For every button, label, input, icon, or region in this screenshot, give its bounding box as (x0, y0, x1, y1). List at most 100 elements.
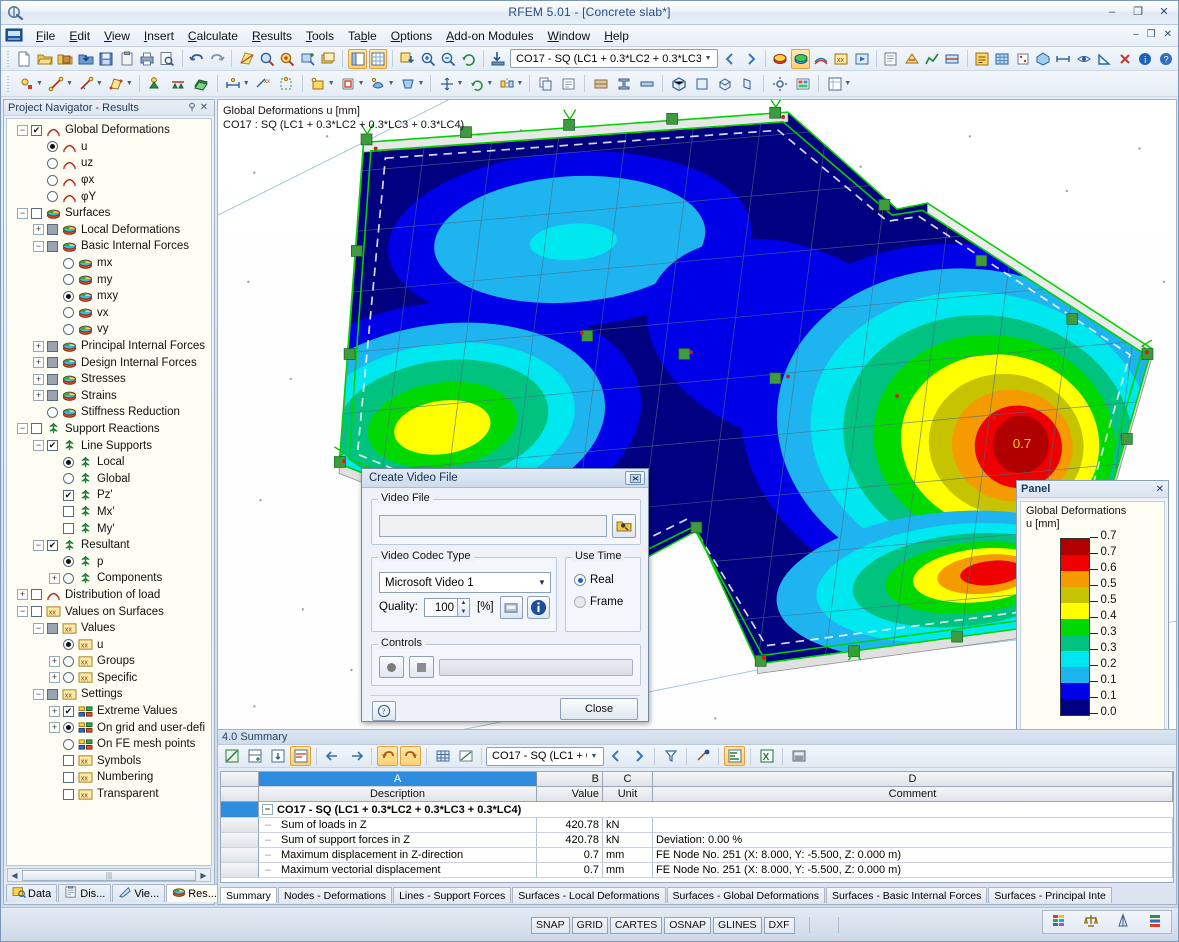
navigator-tab-dis[interactable]: Dis... (58, 884, 112, 902)
cell-description[interactable]: – Sum of loads in Z (259, 818, 537, 833)
tree-radio[interactable] (63, 572, 74, 584)
collapse-icon[interactable]: − (33, 539, 44, 551)
toolbar-grip[interactable] (6, 50, 12, 67)
codec-select[interactable]: Microsoft Video 1 ▼ (379, 572, 551, 593)
status-button-osnap[interactable]: OSNAP (664, 916, 712, 934)
materials-icon[interactable] (590, 74, 611, 94)
previous-load-case-button[interactable] (721, 49, 739, 69)
menu-item-help[interactable]: Help (597, 27, 636, 45)
tree-item-u[interactable]: u (11, 139, 211, 156)
expand-icon[interactable]: + (49, 572, 60, 584)
tree-radio[interactable] (63, 722, 74, 734)
animation-icon[interactable] (853, 49, 871, 69)
navigator-tab-res[interactable]: Res... (166, 884, 223, 902)
tree-item-on-fe-mesh-points[interactable]: On FE mesh points (11, 736, 211, 753)
expand-icon[interactable]: + (49, 672, 60, 684)
cell-description[interactable]: – Sum of support forces in Z (259, 833, 537, 848)
menu-item-addon-modules[interactable]: Add-on Modules (439, 27, 540, 45)
codec-info-button[interactable] (527, 596, 550, 619)
tree-item-u[interactable]: xx u (11, 636, 211, 653)
tree-item-vy[interactable]: vy (11, 321, 211, 338)
tree-checkbox[interactable] (47, 390, 58, 402)
tree-item-mx[interactable]: Mx' (11, 504, 211, 521)
table-move-left-icon[interactable] (322, 746, 343, 766)
line-support-icon[interactable] (168, 74, 189, 94)
expand-icon[interactable]: + (49, 722, 60, 734)
quality-spin-buttons[interactable]: ▲ ▼ (458, 598, 470, 617)
import-icon[interactable] (77, 49, 95, 69)
window-arrange-icon[interactable] (319, 49, 337, 69)
use-time-real-radio[interactable]: Real (574, 572, 614, 588)
tree-item-pz[interactable]: Pz' (11, 487, 211, 504)
table-sort-icon[interactable] (267, 746, 288, 766)
print-icon[interactable] (138, 49, 156, 69)
undo-icon[interactable] (188, 49, 206, 69)
status-button-snap[interactable]: SNAP (531, 916, 570, 934)
collapse-icon[interactable]: − (17, 423, 28, 435)
move-icon[interactable] (436, 74, 457, 94)
result-diagram-icon[interactable] (923, 49, 941, 69)
tree-item-mx[interactable]: mx (11, 255, 211, 272)
open-file-icon[interactable] (36, 49, 54, 69)
progress-track[interactable] (439, 658, 633, 676)
toolbar-grip[interactable] (6, 75, 12, 92)
chevron-down-icon[interactable]: ▼ (243, 80, 250, 87)
tree-item-global-deformations[interactable]: − Global Deformations (11, 122, 211, 139)
table-next-button[interactable] (628, 746, 649, 766)
copy-icon[interactable] (535, 74, 556, 94)
collapse-icon[interactable]: − (33, 688, 44, 700)
table-load-case-combo[interactable]: CO17 - SQ (LC1 + 0.3* ▼ (486, 746, 604, 766)
spin-down-icon[interactable]: ▼ (458, 608, 469, 617)
expand-icon[interactable]: + (33, 390, 44, 402)
tree-item-strains[interactable]: + Strains (11, 388, 211, 405)
tree-item-specific[interactable]: + xx Specific (11, 670, 211, 687)
close-button[interactable]: ✕ (1156, 5, 1172, 19)
new-member-icon[interactable] (76, 74, 97, 94)
tree-checkbox[interactable] (31, 589, 42, 601)
mdi-restore-button[interactable]: ❐ (1147, 29, 1156, 40)
menu-item-file[interactable]: File (29, 27, 62, 45)
menu-item-options[interactable]: Options (384, 27, 439, 45)
table-export-icon[interactable] (824, 74, 845, 94)
navigator-tab-vie[interactable]: Vie... (112, 884, 166, 902)
visibility-icon[interactable] (1075, 49, 1093, 69)
record-button[interactable] (379, 656, 404, 678)
tree-item-resultant[interactable]: − Resultant (11, 537, 211, 554)
tree-radio[interactable] (47, 191, 58, 203)
chevron-down-icon[interactable]: ▼ (844, 80, 851, 87)
create-video-file-dialog[interactable]: Create Video File Video File Video Codec… (361, 468, 649, 722)
stop-button[interactable] (409, 656, 434, 678)
tree-radio[interactable] (63, 655, 74, 667)
surface-support-icon[interactable] (191, 74, 212, 94)
summary-table[interactable]: A B C D Description Value Unit Comment − (220, 771, 1174, 883)
scroll-thumb[interactable]: ||| (22, 869, 196, 881)
row-header[interactable] (221, 802, 259, 818)
chevron-down-icon[interactable]: ▼ (388, 80, 395, 87)
collapse-icon[interactable]: − (33, 440, 44, 452)
expand-icon[interactable]: + (17, 589, 28, 601)
navigator-tab-data[interactable]: Data (6, 884, 58, 902)
menu-item-edit[interactable]: Edit (62, 27, 97, 45)
legend-icon[interactable] (1147, 913, 1163, 932)
colors-icon[interactable] (1051, 913, 1067, 932)
table-row[interactable]: – Maximum vectorial displacement 0.7 mm FE N… (221, 863, 1173, 878)
maximize-button[interactable]: ❐ (1130, 5, 1146, 19)
next-load-case-button[interactable] (742, 49, 760, 69)
tree-checkbox[interactable] (47, 357, 58, 369)
table-tab-nodes-deformations[interactable]: Nodes - Deformations (277, 887, 393, 903)
table-tab-lines-support-forces[interactable]: Lines - Support Forces (393, 887, 512, 903)
tree-checkbox[interactable] (47, 224, 58, 236)
navigator-tree[interactable]: − Global Deformations u uz φx φY − Surfaces + Loc… (6, 118, 212, 866)
expand-icon[interactable]: + (49, 705, 60, 717)
tree-radio[interactable] (63, 556, 74, 568)
quality-stepper[interactable]: 100 ▲ ▼ (424, 598, 470, 617)
table-edit-icon[interactable] (221, 746, 242, 766)
expand-icon[interactable]: + (49, 655, 60, 667)
zoom-all-icon[interactable] (278, 49, 296, 69)
tree-checkbox[interactable] (63, 523, 74, 535)
tree-checkbox[interactable] (47, 539, 58, 551)
tree-item-my[interactable]: My' (11, 520, 211, 537)
tree-radio[interactable] (63, 473, 74, 485)
tree-radio[interactable] (47, 157, 58, 169)
chevron-down-icon[interactable]: ▼ (456, 80, 463, 87)
